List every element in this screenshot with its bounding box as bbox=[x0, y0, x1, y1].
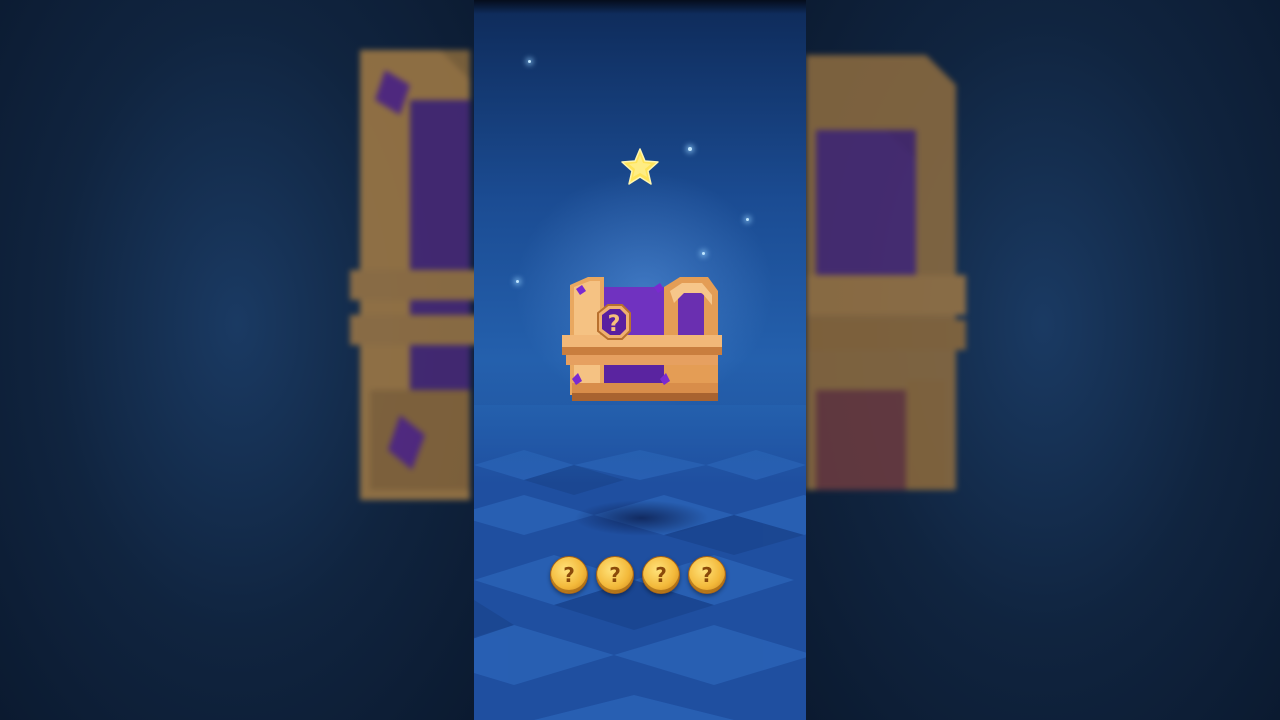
mystery-coin-icon: ? bbox=[596, 556, 634, 594]
reward-slots: ? ? ? ? bbox=[550, 556, 730, 596]
chest-shadow bbox=[574, 500, 709, 536]
sparkle bbox=[688, 147, 692, 151]
blurred-background-right bbox=[806, 0, 1280, 720]
sparkle bbox=[702, 252, 705, 255]
mystery-coin-icon: ? bbox=[550, 556, 588, 594]
sparkle bbox=[528, 60, 531, 63]
blurred-background-left bbox=[0, 0, 474, 720]
mystery-coin-icon: ? bbox=[642, 556, 680, 594]
top-shade bbox=[474, 0, 806, 14]
mystery-coin-icon: ? bbox=[688, 556, 726, 594]
mystery-chest-icon[interactable]: ? bbox=[562, 275, 722, 407]
blurred-chest-left-image bbox=[350, 50, 474, 500]
game-screen: ? ? ? ? ? bbox=[0, 0, 1280, 720]
chest-emblem-label: ? bbox=[608, 312, 621, 337]
chest-reveal-view[interactable]: ? ? ? ? ? bbox=[474, 0, 806, 720]
star-icon bbox=[621, 148, 659, 185]
blurred-chest-right-image bbox=[806, 55, 966, 490]
sparkle bbox=[516, 280, 519, 283]
sparkle bbox=[746, 218, 749, 221]
